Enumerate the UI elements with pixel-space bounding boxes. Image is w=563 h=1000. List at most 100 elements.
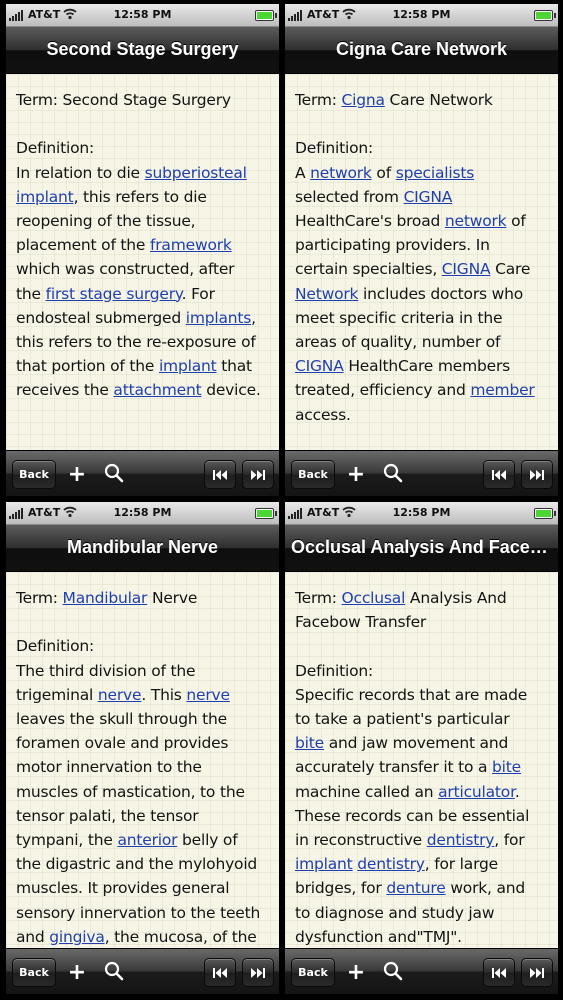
- glossary-link[interactable]: gingiva: [49, 928, 105, 946]
- text-segment: A: [295, 163, 311, 182]
- glossary-link[interactable]: framework: [150, 236, 232, 254]
- battery-icon: [255, 508, 277, 519]
- definition-content[interactable]: Term: Second Stage Surgery Definition: In …: [6, 74, 279, 451]
- status-bar: AT&T 12:58 PM: [6, 502, 279, 525]
- glossary-link[interactable]: anterior: [117, 831, 177, 849]
- search-button[interactable]: [102, 461, 126, 485]
- back-button[interactable]: Back: [291, 460, 335, 489]
- glossary-link[interactable]: Network: [295, 285, 359, 303]
- search-icon: [383, 961, 403, 981]
- bottom-toolbar: Back +: [6, 450, 279, 496]
- back-button[interactable]: Back: [12, 958, 56, 987]
- text-line: muscles of mastication, to the: [16, 780, 271, 804]
- definition-content[interactable]: Term: Mandibular Nerve Definition: The thi…: [6, 572, 279, 949]
- text-segment: meet specific criteria in the: [295, 308, 503, 327]
- text-line: Term: Cigna Care Network: [295, 88, 550, 112]
- text-segment: that: [216, 357, 252, 376]
- search-icon: [383, 463, 403, 483]
- first-term-button[interactable]: [483, 460, 515, 489]
- glossary-link[interactable]: bite: [295, 734, 324, 752]
- text-segment: of: [506, 212, 526, 230]
- glossary-screen-4: AT&T 12:58 PM Occlusal Analysis And Face…: [285, 502, 558, 994]
- glossary-link[interactable]: nerve: [98, 686, 142, 704]
- glossary-link[interactable]: CIGNA: [404, 188, 453, 206]
- text-segment: and jaw movement and: [323, 734, 509, 753]
- back-button[interactable]: Back: [291, 958, 335, 987]
- text-line: Definition:: [295, 659, 550, 683]
- navigation-bar: Cigna Care Network: [285, 27, 558, 74]
- plus-icon: +: [67, 959, 87, 985]
- definition-content[interactable]: Term: Cigna Care Network Definition: A net…: [285, 74, 558, 451]
- search-button[interactable]: [102, 959, 126, 983]
- glossary-link[interactable]: Occlusal: [342, 589, 406, 607]
- glossary-link[interactable]: first stage surgery: [46, 285, 182, 303]
- text-segment: areas of quality, number of: [295, 333, 501, 352]
- glossary-link[interactable]: network: [310, 164, 372, 182]
- search-button[interactable]: [381, 461, 405, 485]
- glossary-link[interactable]: dentistry: [427, 831, 495, 849]
- add-button[interactable]: +: [344, 960, 368, 985]
- glossary-link[interactable]: attachment: [113, 381, 201, 399]
- text-line: tympani, the anterior belly of: [16, 828, 271, 852]
- first-term-button[interactable]: [204, 958, 236, 987]
- navigation-bar: Mandibular Nerve: [6, 525, 279, 572]
- first-term-button[interactable]: [204, 460, 236, 489]
- glossary-link[interactable]: implant: [295, 855, 353, 873]
- glossary-link[interactable]: subperiosteal: [145, 164, 247, 182]
- last-term-button[interactable]: [242, 958, 274, 987]
- navigation-bar: Occlusal Analysis And Facebo...: [285, 525, 558, 572]
- glossary-screen-3: AT&T 12:58 PM Mandibular Nerve Term: Man…: [6, 502, 279, 994]
- glossary-link[interactable]: specialists: [396, 164, 475, 182]
- add-button[interactable]: +: [344, 462, 368, 487]
- glossary-link[interactable]: nerve: [186, 686, 230, 704]
- text-line: CIGNA HealthCare members: [295, 354, 550, 378]
- glossary-link[interactable]: implant: [159, 357, 217, 375]
- glossary-link[interactable]: implant: [16, 188, 74, 206]
- search-button[interactable]: [381, 959, 405, 983]
- text-segment: device.: [201, 381, 261, 400]
- definition-content[interactable]: Term: Occlusal Analysis And Facebow Trans…: [285, 572, 558, 949]
- text-line: dysfunction and"TMJ".: [295, 925, 550, 949]
- glossary-screen-1: AT&T 12:58 PM Second Stage Surgery Term:…: [6, 4, 279, 496]
- glossary-link[interactable]: network: [445, 212, 507, 230]
- glossary-screen-2: AT&T 12:58 PM Cigna Care Network Term: C…: [285, 4, 558, 496]
- plus-icon: +: [67, 461, 87, 487]
- add-button[interactable]: +: [65, 461, 89, 487]
- glossary-link[interactable]: denture: [386, 879, 445, 897]
- first-term-button[interactable]: [483, 958, 515, 987]
- last-term-button[interactable]: [242, 460, 274, 489]
- text-segment: to take a patient's particular: [295, 710, 510, 728]
- glossary-link[interactable]: implants: [186, 309, 252, 327]
- back-button[interactable]: Back: [12, 460, 56, 489]
- text-line: A network of specialists: [295, 161, 550, 185]
- text-line: to diagnose and study jaw: [295, 901, 550, 925]
- text-segment: Analysis And: [405, 589, 507, 607]
- definition-text: Term: Second Stage Surgery Definition: In …: [16, 88, 271, 403]
- text-line: implant, this refers to die: [16, 185, 271, 209]
- glossary-link[interactable]: Cigna: [342, 91, 385, 109]
- add-button[interactable]: +: [65, 959, 89, 985]
- glossary-link[interactable]: CIGNA: [295, 357, 344, 375]
- text-line: endosteal submerged implants,: [16, 306, 271, 330]
- navigation-bar: Second Stage Surgery: [6, 27, 279, 74]
- last-term-button[interactable]: [521, 460, 553, 489]
- text-line: Definition:: [295, 136, 550, 160]
- glossary-link[interactable]: articulator: [438, 783, 515, 801]
- text-segment: belly of: [177, 831, 238, 850]
- glossary-link[interactable]: Mandibular: [63, 589, 148, 607]
- text-segment: Definition:: [16, 139, 95, 158]
- status-bar: AT&T 12:58 PM: [6, 4, 279, 27]
- text-segment: , for: [494, 831, 525, 850]
- last-term-button[interactable]: [521, 958, 553, 987]
- text-line: treated, efficiency and member: [295, 378, 550, 402]
- text-segment: Term:: [16, 589, 63, 607]
- text-line: and gingiva, the mucosa, of the: [16, 925, 271, 949]
- text-segment: in reconstructive: [295, 831, 427, 850]
- text-segment: certain specialties,: [295, 260, 442, 279]
- glossary-link[interactable]: member: [470, 381, 534, 399]
- glossary-link[interactable]: dentistry: [357, 855, 425, 873]
- text-segment: receives the: [16, 381, 114, 400]
- glossary-link[interactable]: bite: [492, 758, 521, 776]
- glossary-link[interactable]: CIGNA: [442, 260, 491, 278]
- text-segment: foramen ovale and provides: [16, 734, 229, 753]
